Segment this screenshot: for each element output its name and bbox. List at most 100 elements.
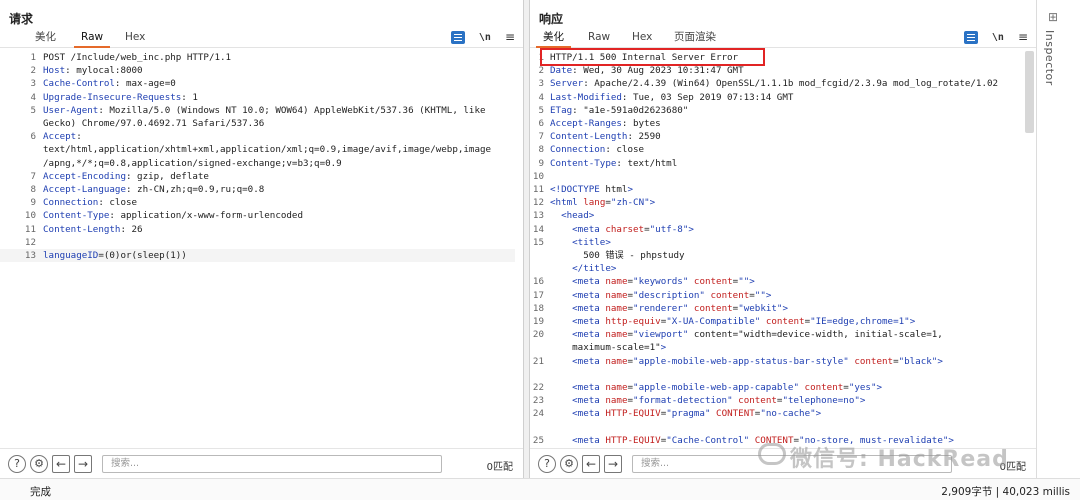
settings-gear-icon[interactable]: ⚙	[560, 454, 578, 473]
newline-toggle-icon[interactable]: \n	[479, 32, 491, 43]
forward-arrow-icon[interactable]: →	[74, 454, 92, 473]
code-line: Upgrade-Insecure-Requests: 1	[43, 91, 198, 103]
line-number: 8	[538, 144, 544, 156]
menu-icon[interactable]: ≡	[505, 31, 515, 43]
code-line: Content-Type: text/html	[550, 157, 678, 169]
code-line: Date: Wed, 30 Aug 2023 10:31:47 GMT	[550, 65, 744, 77]
line-number: 11	[532, 184, 544, 195]
line-number: 20	[532, 329, 544, 341]
line-number: 6	[30, 131, 36, 143]
code-line: Connection: close	[550, 144, 645, 156]
tab-raw[interactable]: Raw	[74, 28, 111, 48]
tab-pretty[interactable]: 美化	[28, 28, 63, 48]
line-number: 14	[532, 223, 544, 235]
code-line: Accept-Ranges: bytes	[550, 118, 661, 129]
line-number: 12	[532, 197, 544, 209]
line-number: 13	[24, 250, 36, 261]
back-arrow-icon[interactable]: ←	[582, 454, 600, 473]
line-number: 11	[24, 223, 36, 235]
code-line: Content-Type: application/x-www-form-url…	[43, 210, 303, 222]
response-scrollbar[interactable]	[1025, 51, 1034, 133]
response-tabs: 美化 Raw Hex 页面渲染	[530, 28, 1036, 48]
code-line: Accept-Language: zh-CN,zh;q=0.9,ru;q=0.8	[43, 184, 265, 195]
tab-hex[interactable]: Hex	[625, 28, 659, 48]
response-size-time: 2,909字节 | 40,023 millis	[941, 486, 1070, 498]
help-icon[interactable]: ?	[8, 454, 26, 473]
request-title: 请求	[9, 12, 34, 26]
back-arrow-icon[interactable]: ←	[52, 454, 70, 473]
forward-arrow-icon[interactable]: →	[604, 454, 622, 473]
line-number: 23	[532, 395, 544, 407]
line-number: 9	[30, 197, 36, 209]
line-number: 5	[30, 104, 36, 116]
code-line: <meta name="viewport" content="width=dev…	[572, 329, 943, 341]
settings-gear-icon[interactable]: ⚙	[30, 454, 48, 473]
status-text: 完成	[30, 486, 51, 498]
request-pane: 请求 美化 Raw Hex \n ≡ 1 POST /Include/web_in…	[0, 0, 524, 478]
inspector-sidebar: ⊞ Inspector	[1036, 0, 1080, 478]
code-line: maximum-scale=1">	[550, 342, 667, 354]
code-line: Gecko) Chrome/97.0.4692.71 Safari/537.36	[43, 118, 265, 129]
code-line: Last-Modified: Tue, 03 Sep 2019 07:13:14…	[550, 91, 794, 103]
inspector-label[interactable]: Inspector	[1043, 30, 1056, 86]
menu-icon[interactable]: ≡	[1018, 31, 1028, 43]
code-line: <head>	[561, 210, 595, 222]
line-number: 15	[532, 236, 544, 248]
code-line: <meta name="renderer" content="webkit">	[572, 302, 789, 314]
code-line: <meta name="format-detection" content="t…	[572, 395, 866, 407]
status-bar: 完成 2,909字节 | 40,023 millis	[0, 478, 1080, 500]
code-line: </title>	[572, 263, 617, 275]
request-search-bar: ? ⚙ ← → 搜索... 0匹配	[0, 448, 523, 478]
line-number: 3	[538, 78, 544, 90]
watermark: 微信号: HackRead	[790, 447, 1009, 472]
help-icon[interactable]: ?	[538, 454, 556, 473]
tab-hex[interactable]: Hex	[118, 28, 152, 48]
status-line-highlight	[540, 48, 765, 66]
line-number: 12	[24, 236, 36, 248]
code-line: Cache-Control: max-age=0	[43, 78, 176, 90]
tab-pretty[interactable]: 美化	[536, 28, 571, 48]
code-line: <html lang="zh-CN">	[550, 197, 656, 209]
line-number: 4	[538, 91, 544, 103]
line-number: 2	[538, 65, 544, 77]
code-line: Accept-Encoding: gzip, deflate	[43, 170, 209, 182]
line-number: 18	[532, 302, 544, 314]
code-line: <meta HTTP-EQUIV="pragma" CONTENT="no-ca…	[572, 408, 822, 420]
tab-render[interactable]: 页面渲染	[667, 28, 723, 48]
pretty-print-icon[interactable]	[963, 30, 978, 44]
response-tools: \n ≡	[963, 29, 1028, 45]
response-title: 响应	[539, 12, 564, 26]
tab-raw[interactable]: Raw	[581, 28, 617, 48]
code-line: <meta name="apple-mobile-web-app-capable…	[572, 382, 883, 393]
line-number: 16	[532, 276, 544, 288]
response-pane: 响应 美化 Raw Hex 页面渲染 \n ≡ 1 HTTP/1.1 500 In…	[529, 0, 1036, 478]
request-match-count: 0匹配	[486, 462, 513, 473]
code-line: User-Agent: Mozilla/5.0 (Windows NT 10.0…	[43, 104, 486, 116]
line-number: 7	[30, 170, 36, 182]
request-search-input[interactable]: 搜索...	[102, 454, 442, 473]
code-line: POST /Include/web_inc.php HTTP/1.1	[43, 52, 232, 63]
line-number: 10	[24, 210, 36, 222]
request-tools: \n ≡	[450, 29, 515, 45]
code-line: <meta name="apple-mobile-web-app-status-…	[572, 355, 943, 367]
code-line: ETag: "a1e-591a0d2623680"	[550, 104, 689, 116]
code-line: 500 错误 - phpstudy	[550, 250, 685, 261]
code-line: Connection: close	[43, 197, 138, 209]
code-line: <meta name="description" content="">	[572, 289, 772, 301]
line-number: 10	[532, 170, 544, 182]
code-line: <title>	[572, 236, 611, 248]
inspector-toggle-icon[interactable]: ⊞	[1048, 10, 1058, 24]
code-line: <meta charset="utf-8">	[572, 223, 694, 235]
code-line: Content-Length: 26	[43, 223, 143, 235]
line-number: 6	[538, 118, 544, 129]
code-line: <meta name="keywords" content="">	[572, 276, 755, 288]
line-number: 8	[30, 184, 36, 195]
code-line: Host: mylocal:8000	[43, 65, 143, 77]
pretty-print-icon[interactable]	[450, 30, 465, 44]
burp-repeater-window: 请求 美化 Raw Hex \n ≡ 1 POST /Include/web_in…	[0, 0, 1080, 500]
line-number: 13	[532, 210, 544, 222]
line-number: 19	[532, 316, 544, 327]
line-number: 9	[538, 157, 544, 169]
line-number: 7	[538, 131, 544, 143]
newline-toggle-icon[interactable]: \n	[992, 32, 1004, 43]
